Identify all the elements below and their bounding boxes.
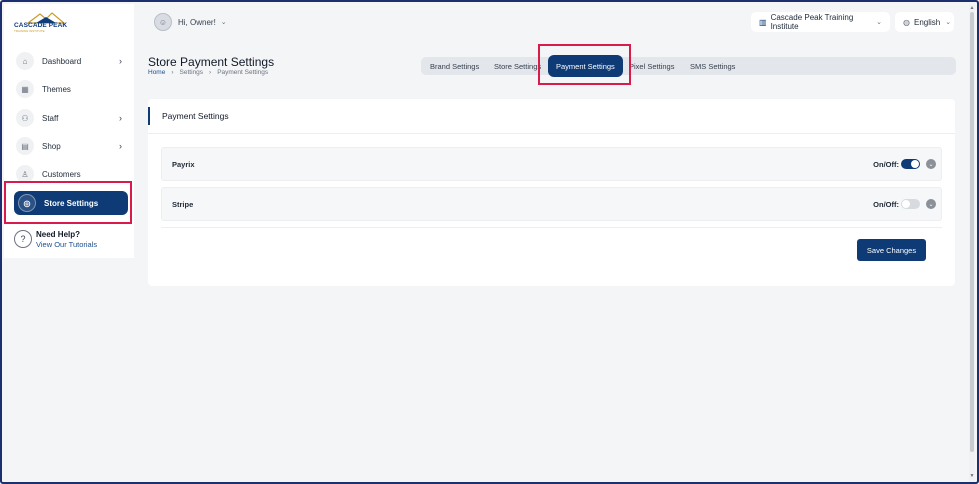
sidebar-item-label: Staff bbox=[42, 113, 59, 123]
brand-tagline: TRAINING INSTITUTE bbox=[14, 29, 45, 33]
payment-provider-name: Payrix bbox=[172, 159, 195, 169]
divider bbox=[161, 227, 942, 228]
payment-settings-card: Payment Settings Payrix On/Off: ⌄ Stripe… bbox=[148, 99, 955, 286]
help-title: Need Help? bbox=[36, 230, 81, 239]
payment-row-stripe: Stripe On/Off: ⌄ bbox=[161, 187, 942, 221]
payrix-toggle[interactable] bbox=[901, 159, 920, 169]
user-menu[interactable]: ☺ Hi, Owner! ⌄ bbox=[154, 13, 227, 31]
chevron-right-icon: › bbox=[119, 113, 122, 123]
breadcrumb: Home › Settings › Payment Settings bbox=[148, 69, 268, 76]
language-label: English bbox=[913, 17, 941, 27]
help-section: ? Need Help? View Our Tutorials bbox=[14, 230, 97, 249]
tab-sms-settings[interactable]: SMS Settings bbox=[690, 57, 735, 75]
help-icon: ? bbox=[14, 230, 32, 248]
brand-name: CASCADE PEAK bbox=[14, 22, 68, 29]
building-icon: ▥ bbox=[759, 17, 767, 27]
sidebar-item-label: Customers bbox=[42, 169, 81, 179]
sidebar-item-label: Shop bbox=[42, 141, 61, 151]
tab-brand-settings[interactable]: Brand Settings bbox=[430, 57, 479, 75]
sidebar-item-themes[interactable]: ▦ Themes bbox=[12, 78, 130, 100]
stripe-toggle[interactable] bbox=[901, 199, 920, 209]
save-changes-button[interactable]: Save Changes bbox=[857, 239, 926, 261]
chevron-right-icon: › bbox=[209, 69, 212, 76]
sidebar-item-staff[interactable]: ⚇ Staff › bbox=[12, 107, 130, 129]
breadcrumb-home[interactable]: Home bbox=[148, 69, 165, 76]
scrollbar-thumb[interactable] bbox=[970, 12, 974, 452]
highlight-box bbox=[4, 181, 132, 224]
language-selector[interactable]: ◍ English ⌄ bbox=[895, 12, 954, 32]
divider bbox=[148, 133, 955, 134]
institute-name: Cascade Peak Training Institute bbox=[770, 13, 854, 31]
chevron-down-icon[interactable]: ⌄ bbox=[926, 199, 936, 209]
brand-logo[interactable]: CASCADE PEAK TRAINING INSTITUTE bbox=[14, 12, 74, 34]
chevron-right-icon: › bbox=[119, 141, 122, 151]
chevron-down-icon: ⌄ bbox=[945, 19, 952, 26]
sidebar-item-label: Dashboard bbox=[42, 56, 82, 66]
breadcrumb-current: Payment Settings bbox=[217, 69, 269, 76]
payment-row-payrix: Payrix On/Off: ⌄ bbox=[161, 147, 942, 181]
tab-pixel-settings[interactable]: Pixel Settings bbox=[629, 57, 674, 75]
card-title: Payment Settings bbox=[148, 107, 955, 125]
sidebar-item-shop[interactable]: ▤ Shop › bbox=[12, 135, 130, 157]
scroll-up-icon[interactable]: ▲ bbox=[969, 5, 975, 11]
breadcrumb-settings[interactable]: Settings bbox=[180, 69, 204, 76]
onoff-label: On/Off: bbox=[873, 159, 899, 169]
tab-store-settings[interactable]: Store Settings bbox=[494, 57, 541, 75]
store-icon: ▤ bbox=[16, 137, 34, 155]
users-icon: ⚇ bbox=[16, 109, 34, 127]
chevron-right-icon: › bbox=[171, 69, 174, 76]
globe-icon: ◍ bbox=[903, 17, 910, 27]
home-icon: ⌂ bbox=[16, 52, 34, 70]
payment-provider-name: Stripe bbox=[172, 199, 194, 209]
page-title: Store Payment Settings bbox=[148, 55, 275, 69]
institute-selector[interactable]: ▥ Cascade Peak Training Institute ⌄ bbox=[751, 12, 890, 32]
grid-icon: ▦ bbox=[16, 80, 34, 98]
sidebar-item-dashboard[interactable]: ⌂ Dashboard › bbox=[12, 50, 130, 72]
highlight-box bbox=[538, 44, 631, 85]
chevron-right-icon: › bbox=[119, 56, 122, 66]
chevron-down-icon[interactable]: ⌄ bbox=[926, 159, 936, 169]
settings-tabs: Brand Settings Store Settings Payment Se… bbox=[421, 55, 956, 77]
greeting-text: Hi, Owner! bbox=[178, 17, 216, 27]
scroll-down-icon[interactable]: ▼ bbox=[969, 473, 975, 479]
chevron-down-icon: ⌄ bbox=[220, 19, 227, 26]
sidebar-item-label: Themes bbox=[42, 84, 71, 94]
onoff-label: On/Off: bbox=[873, 199, 899, 209]
avatar: ☺ bbox=[154, 13, 172, 31]
tutorials-link[interactable]: View Our Tutorials bbox=[36, 240, 97, 249]
chevron-down-icon: ⌄ bbox=[876, 19, 882, 26]
app-window: CASCADE PEAK TRAINING INSTITUTE ⌂ Dashbo… bbox=[0, 0, 979, 484]
